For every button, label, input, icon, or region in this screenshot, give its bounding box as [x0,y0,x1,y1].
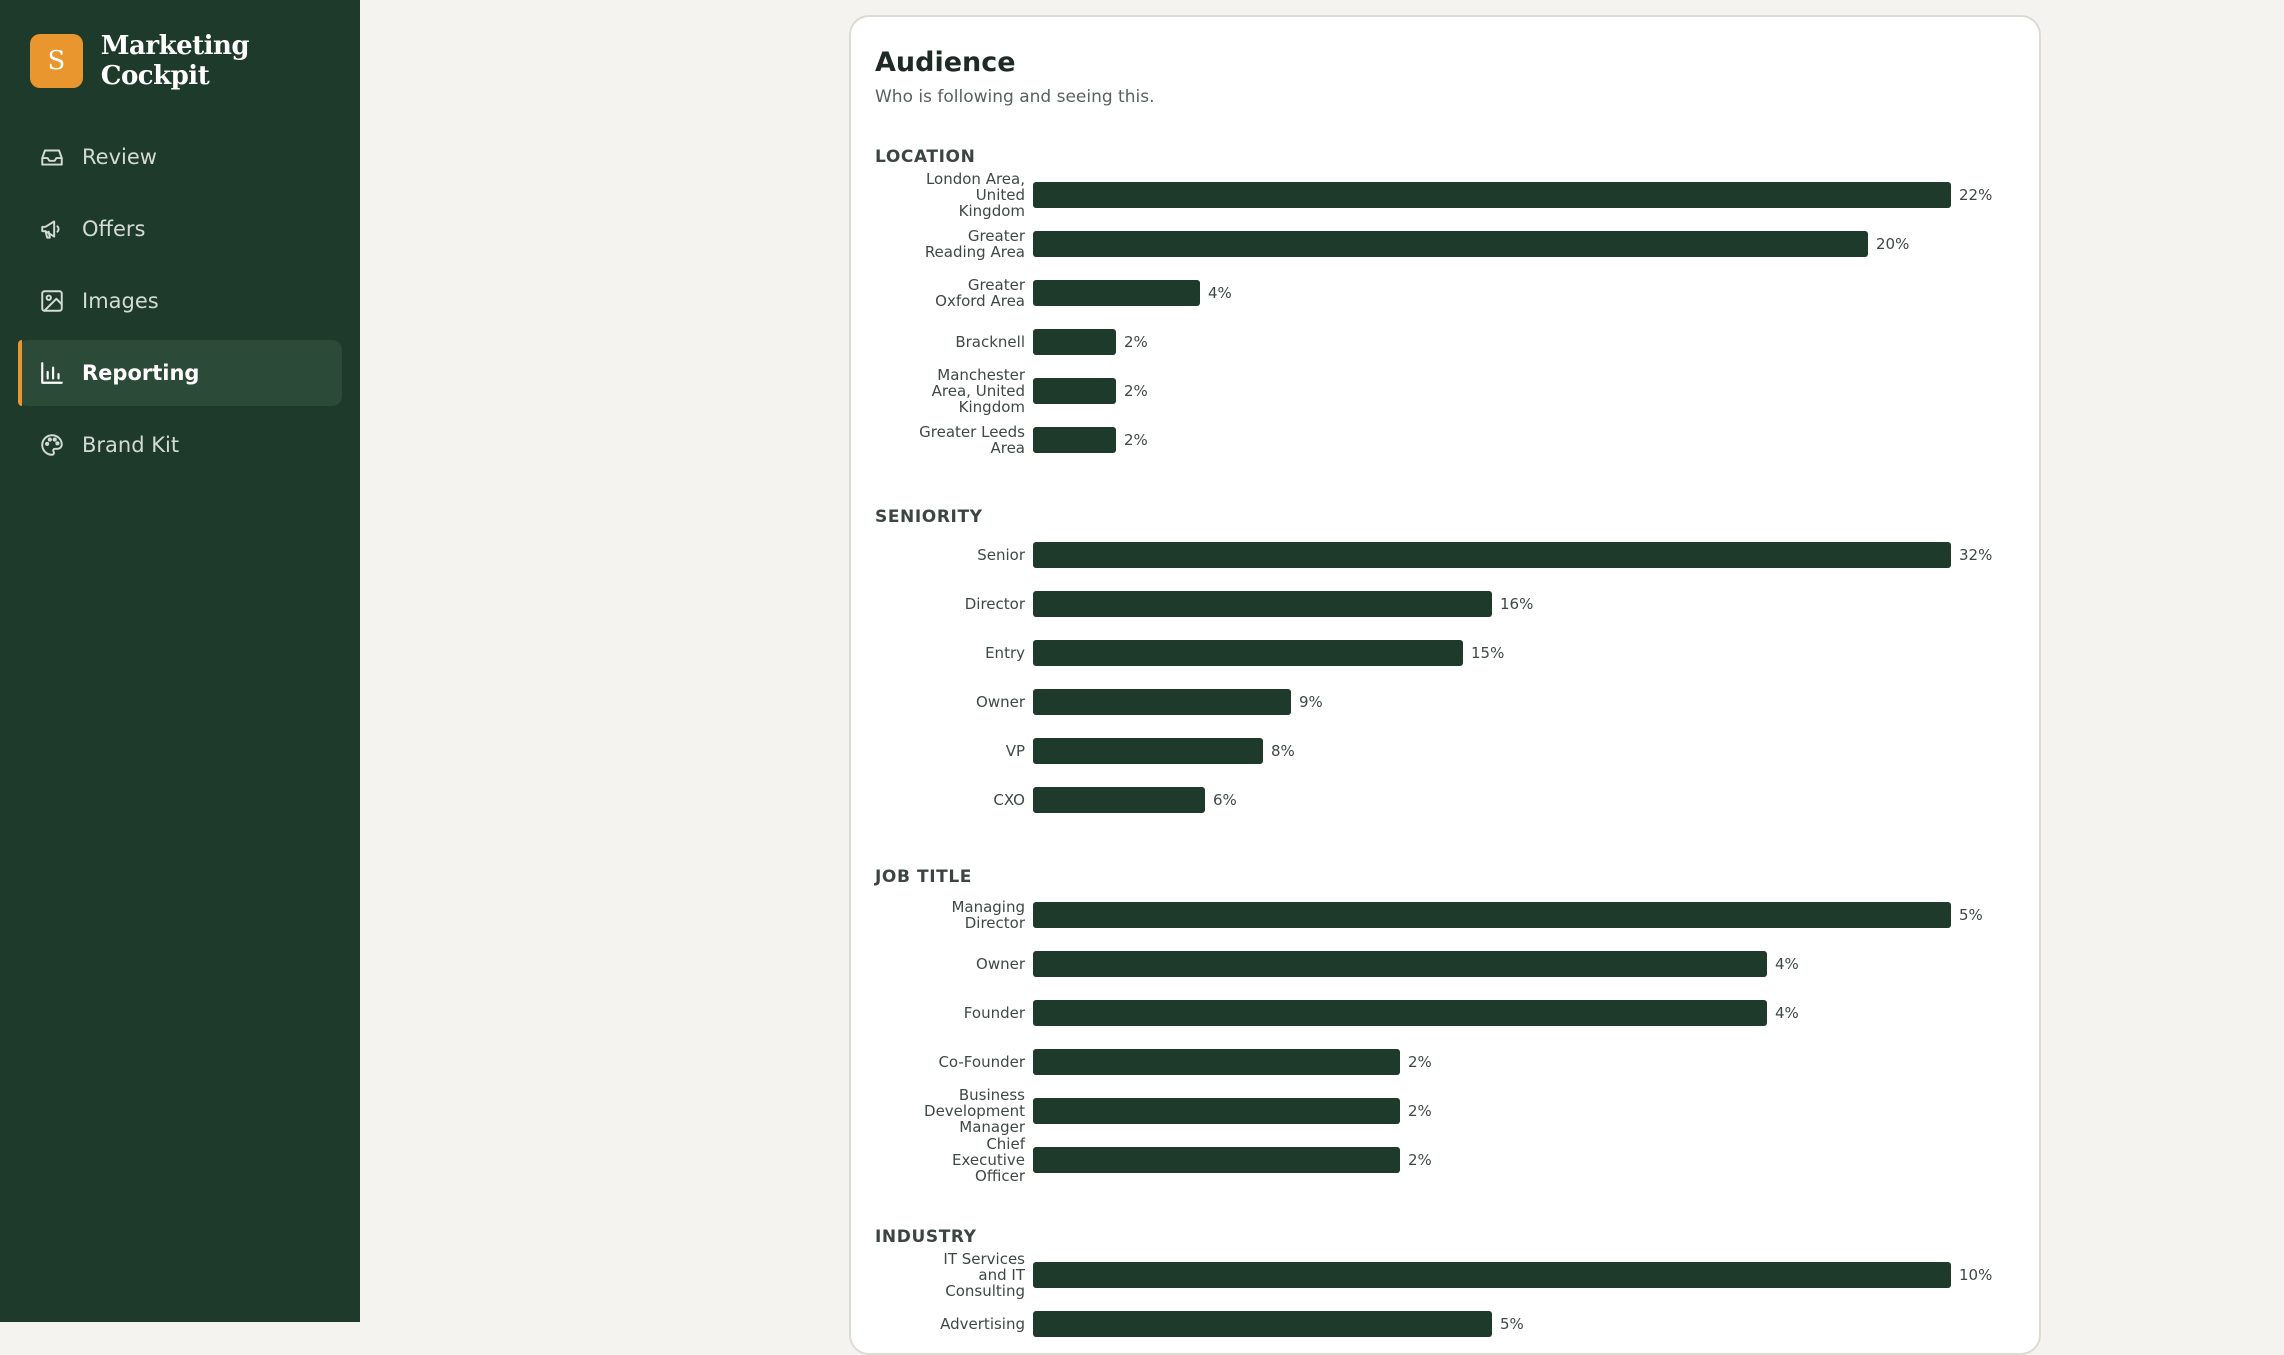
nav-item-offers[interactable]: Offers [18,196,342,262]
bar [1033,1311,1492,1337]
bar-label: Founder [963,1004,1025,1022]
bar-value-label: 2% [1124,382,1148,400]
inbox-icon [38,143,66,171]
bar-value-label: 4% [1775,1004,1799,1022]
nav-item-review[interactable]: Review [18,124,342,190]
bar-label: London Area, United Kingdom [925,170,1025,220]
bar-label: Greater Reading Area [924,227,1025,261]
bar [1033,902,1951,928]
bar-label: Greater Oxford Area [935,276,1025,310]
bar [1033,591,1492,617]
audience-card: Audience Who is following and seeing thi… [849,15,2041,1355]
bar [1033,231,1868,257]
bar-value-label: 2% [1408,1102,1432,1120]
sidebar: S Marketing Cockpit Review Offers Images [0,0,360,1322]
section-title: LOCATION [875,147,976,167]
bar [1033,1000,1767,1026]
bar-value-label: 16% [1500,595,1534,613]
brand-name: Marketing Cockpit [100,31,250,91]
bar-label: Senior [977,546,1025,564]
bar [1033,640,1463,666]
nav-item-brand-kit[interactable]: Brand Kit [18,412,342,478]
bar-value-label: 8% [1271,742,1295,760]
bar [1033,427,1116,453]
bar [1033,378,1116,404]
card-title: Audience [875,47,1016,78]
bar-value-label: 4% [1775,955,1799,973]
nav-item-reporting[interactable]: Reporting [18,340,342,406]
bar-label: Advertising [940,1315,1025,1333]
bar-label: IT Services and IT Consulting [943,1250,1025,1300]
bar-label: Manchester Area, United Kingdom [931,366,1025,416]
bar-value-label: 9% [1299,693,1323,711]
bar-label: CXO [993,791,1025,809]
section-title: JOB TITLE [875,867,973,887]
bar [1033,787,1205,813]
bar [1033,1049,1400,1075]
bar-label: Business Development Manager [924,1086,1025,1136]
bar-value-label: 20% [1876,235,1910,253]
nav-item-images[interactable]: Images [18,268,342,334]
palette-icon [38,431,66,459]
bar-value-label: 22% [1959,186,1993,204]
bar-value-label: 2% [1124,333,1148,351]
bar [1033,182,1951,208]
nav-item-label: Brand Kit [82,433,180,457]
bar-label: VP [1005,742,1025,760]
brand[interactable]: S Marketing Cockpit [30,31,360,91]
bar-value-label: 10% [1959,1266,1993,1284]
megaphone-icon [38,215,66,243]
bar [1033,542,1951,568]
bar [1033,951,1767,977]
bar-value-label: 2% [1408,1151,1432,1169]
section-title: INDUSTRY [875,1227,977,1247]
image-icon [38,287,66,315]
bar-label: Bracknell [955,333,1025,351]
bar-label: Director [964,595,1025,613]
bar-value-label: 32% [1959,546,1993,564]
bar-value-label: 4% [1208,284,1232,302]
bar-label: Greater Leeds Area [919,423,1025,457]
bar-value-label: 15% [1471,644,1505,662]
bar [1033,280,1200,306]
bar [1033,1262,1951,1288]
bar-label: Managing Director [951,898,1025,932]
bar [1033,329,1116,355]
bar-label: Owner [976,693,1025,711]
brand-logo: S [30,34,83,88]
nav-item-label: Images [82,289,159,313]
nav-item-label: Review [82,145,157,169]
section-title: SENIORITY [875,507,983,527]
bar [1033,1098,1400,1124]
bar-value-label: 5% [1959,906,1983,924]
bar-value-label: 5% [1500,1315,1524,1333]
bar-chart-icon [38,359,66,387]
card-subtitle: Who is following and seeing this. [875,87,1155,107]
bar [1033,689,1291,715]
bar-label: Entry [985,644,1025,662]
bar-label: Chief Executive Officer [951,1135,1025,1185]
nav-item-label: Offers [82,217,146,241]
bar [1033,1147,1400,1173]
bar [1033,738,1263,764]
nav-item-label: Reporting [82,361,200,385]
bar-label: Co-Founder [938,1053,1025,1071]
bar-value-label: 2% [1124,431,1148,449]
bar-value-label: 6% [1213,791,1237,809]
bar-value-label: 2% [1408,1053,1432,1071]
bar-label: Owner [976,955,1025,973]
